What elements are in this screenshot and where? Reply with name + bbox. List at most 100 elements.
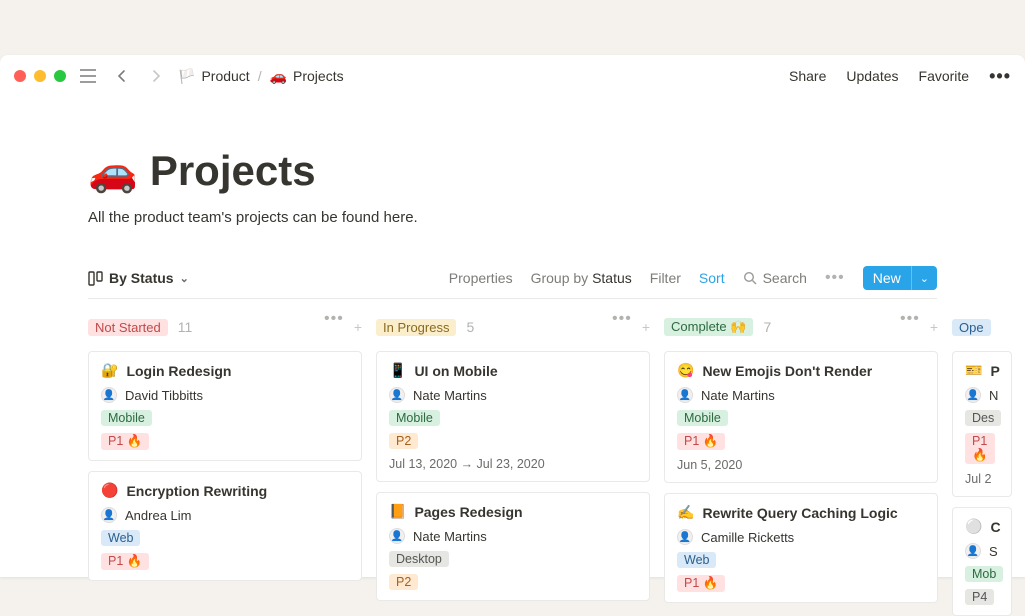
page-subtitle[interactable]: All the product team's projects can be f…	[88, 209, 937, 226]
view-selector[interactable]: By Status ⌄	[88, 270, 189, 286]
board-card[interactable]: 📙Pages Redesign👤Nate MartinsDesktopP2	[376, 492, 650, 601]
traffic-lights	[14, 70, 66, 82]
card-title: C	[990, 519, 1000, 535]
column-header: In Progress 5 ••• +	[376, 313, 650, 341]
card-title: Login Redesign	[126, 363, 231, 379]
column-add-icon[interactable]: +	[354, 319, 362, 335]
card-date: Jul 2	[965, 472, 999, 486]
priority-tag: P1 🔥	[101, 553, 149, 570]
board-card[interactable]: 🎫P👤NDesP1 🔥Jul 2	[952, 351, 1012, 497]
titlebar: 🏳️ Product / 🚗 Projects Share Updates Fa…	[0, 55, 1025, 97]
platform-tag: Des	[965, 410, 1001, 426]
card-title: Encryption Rewriting	[126, 483, 267, 499]
car-icon: 🚗	[270, 68, 287, 85]
priority-tag: P2	[389, 574, 418, 590]
new-dropdown[interactable]: ⌄	[911, 266, 937, 290]
priority-tag: P4	[965, 589, 994, 605]
status-pill[interactable]: Complete 🙌	[664, 318, 753, 336]
platform-tag: Mobile	[101, 410, 152, 426]
priority-tag: P1 🔥	[965, 433, 995, 464]
platform-tag: Mobile	[389, 410, 440, 426]
search-button[interactable]: Search	[743, 270, 807, 286]
sort-button[interactable]: Sort	[699, 270, 725, 286]
column-header: Ope	[952, 313, 1012, 341]
database-toolbar: By Status ⌄ Properties Group by Status F…	[88, 266, 937, 299]
board-card[interactable]: ⚪C👤SMobP4	[952, 507, 1012, 616]
priority-tag: P1 🔥	[101, 433, 149, 450]
page-title: 🚗 Projects	[88, 147, 937, 195]
toolbar-right: Properties Group by Status Filter Sort S…	[449, 266, 937, 290]
card-assignee: Camille Ricketts	[701, 530, 794, 545]
board-card[interactable]: 🔐Login Redesign👤David TibbittsMobileP1 🔥	[88, 351, 362, 461]
card-assignee: Andrea Lim	[125, 508, 191, 523]
card-assignee: N	[989, 388, 998, 403]
board-card[interactable]: 😋New Emojis Don't Render👤Nate MartinsMob…	[664, 351, 938, 483]
hamburger-icon[interactable]	[76, 64, 100, 88]
column-add-icon[interactable]: +	[642, 319, 650, 335]
card-emoji: 🎫	[965, 362, 982, 379]
page-emoji[interactable]: 🚗	[88, 148, 138, 195]
column-header: Not Started11 ••• +	[88, 313, 362, 341]
new-button[interactable]: New ⌄	[863, 266, 937, 290]
maximize-window[interactable]	[54, 70, 66, 82]
card-assignee: David Tibbitts	[125, 388, 203, 403]
card-emoji: ✍️	[677, 504, 694, 521]
flag-icon: 🏳️	[178, 68, 195, 85]
column-more-icon[interactable]: •••	[612, 319, 632, 335]
card-title: New Emojis Don't Render	[702, 363, 872, 379]
status-pill[interactable]: In Progress	[376, 319, 456, 336]
priority-tag: P1 🔥	[677, 575, 725, 592]
board-column: Complete 🙌7 ••• + 😋 New Emojis Don't Rende…	[664, 313, 938, 616]
favorite-button[interactable]: Favorite	[919, 68, 970, 84]
page-title-text[interactable]: Projects	[150, 147, 316, 195]
chevron-down-icon: ⌄	[180, 272, 189, 285]
card-title: UI on Mobile	[414, 363, 497, 379]
updates-button[interactable]: Updates	[846, 68, 898, 84]
column-actions: ••• +	[900, 319, 938, 335]
card-emoji: 🔴	[101, 482, 118, 499]
card-emoji: ⚪	[965, 518, 982, 535]
nav-back-button[interactable]	[110, 64, 134, 88]
filter-button[interactable]: Filter	[650, 270, 681, 286]
nav-forward-button[interactable]	[144, 64, 168, 88]
card-assignee: Nate Martins	[413, 388, 487, 403]
search-icon	[743, 271, 757, 285]
status-pill[interactable]: Ope	[952, 319, 991, 336]
breadcrumb: 🏳️ Product / 🚗 Projects	[178, 68, 344, 85]
avatar-icon: 👤	[965, 387, 981, 403]
status-pill[interactable]: Not Started	[88, 319, 168, 336]
breadcrumb-projects[interactable]: 🚗 Projects	[270, 68, 344, 85]
board-card[interactable]: 📱UI on Mobile👤Nate MartinsMobileP2Jul 13…	[376, 351, 650, 482]
board-icon	[88, 271, 103, 286]
board-column: Not Started11 ••• +🔐Login Redesign👤David…	[88, 313, 362, 616]
board-card[interactable]: ✍️Rewrite Query Caching Logic👤Camille Ri…	[664, 493, 938, 603]
share-button[interactable]: Share	[789, 68, 826, 84]
breadcrumb-label: Projects	[293, 68, 344, 84]
card-date: Jul 13, 2020 → Jul 23, 2020	[389, 457, 637, 471]
column-actions: ••• +	[612, 319, 650, 335]
column-count: 5	[466, 319, 474, 335]
card-emoji: 📙	[389, 503, 406, 520]
close-window[interactable]	[14, 70, 26, 82]
board-column: Ope🎫P👤NDesP1 🔥Jul 2⚪C👤SMobP4	[952, 313, 1012, 616]
kanban-board: Not Started11 ••• + 🔐 Login Redesign 👤 David…	[88, 313, 937, 616]
properties-button[interactable]: Properties	[449, 270, 513, 286]
group-by-button[interactable]: Group by Status	[531, 270, 632, 286]
titlebar-right: Share Updates Favorite •••	[789, 68, 1011, 84]
card-emoji: 😋	[677, 362, 694, 379]
priority-tag: P1 🔥	[677, 433, 725, 450]
platform-tag: Web	[101, 530, 140, 546]
avatar-icon: 👤	[389, 387, 405, 403]
board-card[interactable]: 🔴Encryption Rewriting👤Andrea LimWebP1 🔥	[88, 471, 362, 581]
card-assignee: Nate Martins	[413, 529, 487, 544]
priority-tag: P2	[389, 433, 418, 449]
card-emoji: 🔐	[101, 362, 118, 379]
card-assignee: Nate Martins	[701, 388, 775, 403]
column-header: Complete 🙌7 ••• +	[664, 313, 938, 341]
breadcrumb-product[interactable]: 🏳️ Product	[178, 68, 250, 85]
column-more-icon[interactable]: •••	[324, 319, 344, 335]
minimize-window[interactable]	[34, 70, 46, 82]
column-add-icon[interactable]: +	[930, 319, 938, 335]
column-more-icon[interactable]: •••	[900, 319, 920, 335]
card-date: Jun 5, 2020	[677, 458, 925, 472]
